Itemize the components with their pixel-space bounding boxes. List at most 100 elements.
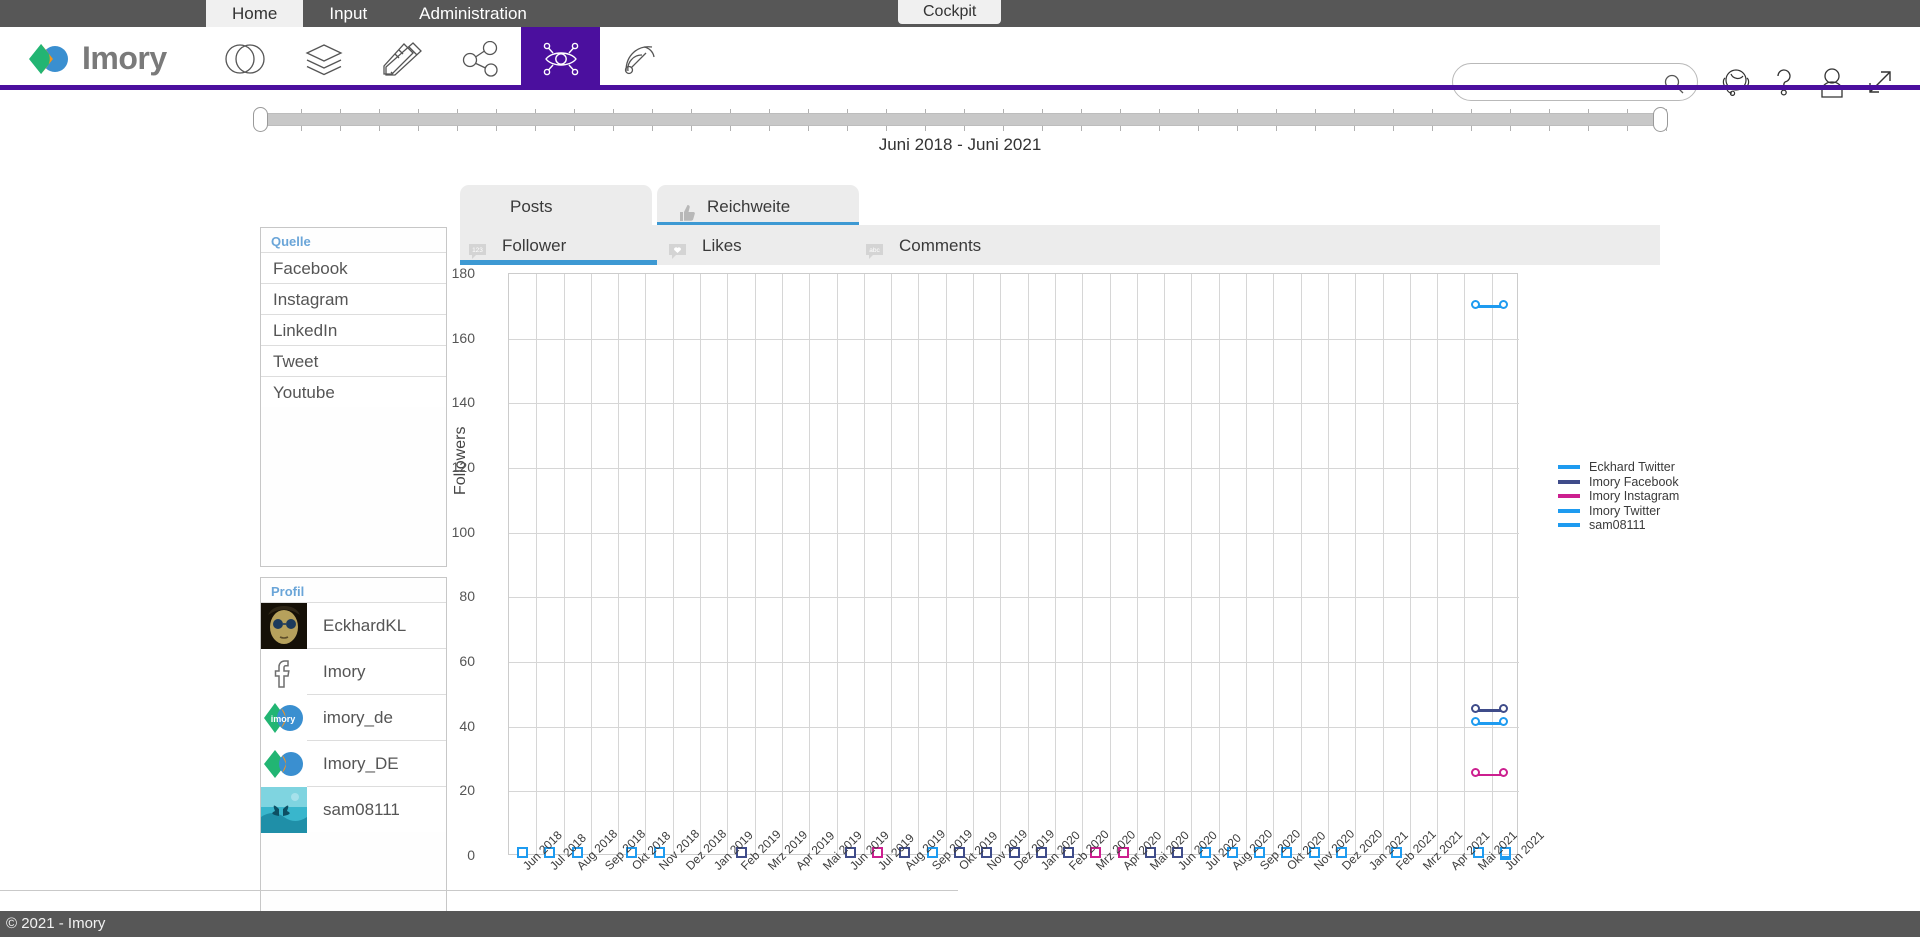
chart-vgrid-line xyxy=(1137,274,1138,856)
question-help-icon[interactable] xyxy=(1760,60,1808,104)
chart-vgrid-line xyxy=(1246,274,1247,856)
top-menu-bar: Home Input Administration Cockpit xyxy=(0,0,1920,27)
chart-vgrid-line xyxy=(1000,274,1001,856)
tab-comments-label: Comments xyxy=(899,236,982,255)
chart-y-tick-label: 40 xyxy=(459,717,475,734)
chart-vgrid-line xyxy=(1437,274,1438,856)
tab-follower[interactable]: 123 Follower xyxy=(460,225,657,265)
chart-hgrid-line xyxy=(509,597,1519,598)
legend-item[interactable]: Imory Twitter xyxy=(1558,504,1679,519)
brand-name: Imory xyxy=(82,40,167,76)
profil-item-label: EckhardKL xyxy=(323,615,407,635)
search-input[interactable] xyxy=(1469,64,1659,100)
chart-vgrid-line xyxy=(1082,274,1083,856)
menu-item-home[interactable]: Home xyxy=(206,0,304,27)
photo-avatar-avatar xyxy=(261,602,307,649)
brand-logo-group[interactable]: Imory xyxy=(28,40,167,77)
expand-fullscreen-icon[interactable] xyxy=(1856,60,1904,104)
chart-data-point[interactable] xyxy=(1498,703,1508,713)
legend-swatch xyxy=(1558,479,1580,484)
chart-hgrid-line xyxy=(509,403,1519,404)
tab-comments[interactable]: abc Comments xyxy=(857,225,1057,265)
chart-vgrid-line xyxy=(837,274,838,856)
chart-vgrid-line xyxy=(1492,274,1493,856)
tab-reichweite[interactable]: Reichweite xyxy=(657,185,859,227)
chart-data-point[interactable] xyxy=(1471,299,1481,309)
chart-data-point[interactable] xyxy=(1498,768,1508,778)
legend-label: sam08111 xyxy=(1589,518,1646,533)
tab-likes-label: Likes xyxy=(702,236,742,255)
legend-swatch xyxy=(1558,508,1580,513)
quelle-item-tweet[interactable]: Tweet xyxy=(261,345,446,376)
chart-y-tick-label: 140 xyxy=(451,394,475,411)
venn-circles-icon[interactable] xyxy=(205,27,284,90)
chart-y-tick-label: 0 xyxy=(467,847,475,863)
chart-hgrid-line xyxy=(509,339,1519,340)
menu-item-administration[interactable]: Administration xyxy=(393,0,553,27)
legend-label: Imory Twitter xyxy=(1589,503,1661,518)
slider-handle-start[interactable] xyxy=(253,107,268,132)
user-account-icon[interactable] xyxy=(1808,60,1856,104)
chart-vgrid-line xyxy=(1383,274,1384,856)
share-network-icon[interactable] xyxy=(442,27,521,90)
svg-text:123: 123 xyxy=(472,247,483,254)
chart-vgrid-line xyxy=(973,274,974,856)
chart-vgrid-line xyxy=(1028,274,1029,856)
tab-posts[interactable]: Posts xyxy=(460,185,652,227)
quelle-item-instagram[interactable]: Instagram xyxy=(261,283,446,314)
legend-item[interactable]: Imory Facebook xyxy=(1558,475,1679,490)
headset-support-icon[interactable] xyxy=(1712,60,1760,104)
chart-vgrid-line xyxy=(891,274,892,856)
legend-item[interactable]: Eckhard Twitter xyxy=(1558,460,1679,475)
chart-vgrid-line xyxy=(946,274,947,856)
svg-text:abc: abc xyxy=(869,247,880,254)
timeline-range-slider[interactable]: Juni 2018 - Juni 2021 xyxy=(0,105,1920,163)
chart-y-tick-label: 20 xyxy=(459,782,475,799)
chart-y-tick-label: 80 xyxy=(459,588,475,605)
slider-handle-end[interactable] xyxy=(1653,107,1668,132)
imory-badge-logo-avatar: imory xyxy=(261,694,307,741)
slider-track[interactable] xyxy=(262,113,1667,126)
timeline-range-label: Juni 2018 - Juni 2021 xyxy=(878,135,1042,154)
pencil-ruler-icon[interactable] xyxy=(363,27,442,90)
profil-item-eckhardkl[interactable]: EckhardKL xyxy=(261,602,446,649)
facebook-logo-avatar xyxy=(261,648,307,695)
chart-vgrid-line xyxy=(864,274,865,856)
legend-item[interactable]: Imory Instagram xyxy=(1558,489,1679,504)
chart-hgrid-line xyxy=(509,727,1519,728)
chart-data-point[interactable] xyxy=(1498,716,1508,726)
satellite-dish-icon[interactable] xyxy=(600,27,679,90)
chart-y-tick-label: 60 xyxy=(459,653,475,669)
chart-plot-area[interactable] xyxy=(508,273,1519,860)
legend-item[interactable]: sam08111 xyxy=(1558,518,1679,533)
tab-likes[interactable]: Likes xyxy=(660,225,857,265)
chart-vgrid-line xyxy=(1164,274,1165,856)
legend-label: Imory Facebook xyxy=(1589,474,1679,489)
chart-vgrid-line xyxy=(645,274,646,856)
chart-vgrid-line xyxy=(618,274,619,856)
chart-vgrid-line xyxy=(1191,274,1192,856)
chart-vgrid-line xyxy=(1273,274,1274,856)
top-menu-items: Home Input Administration xyxy=(206,0,553,27)
tab-posts-label: Posts xyxy=(510,197,553,216)
content-divider xyxy=(0,890,958,891)
eye-network-icon[interactable] xyxy=(521,27,600,90)
footer-copyright: © 2021 - Imory xyxy=(0,911,1920,937)
butterfly-photo-avatar xyxy=(261,786,307,833)
profil-item-imory_de[interactable]: Imory_DE xyxy=(261,740,446,787)
secondary-tabs: 123 Follower Likes abc Comments xyxy=(460,225,1660,265)
legend-label: Imory Instagram xyxy=(1589,489,1680,504)
chart-vgrid-line xyxy=(1464,274,1465,856)
chart-vgrid-line xyxy=(1301,274,1302,856)
layers-icon[interactable] xyxy=(284,27,363,90)
chart-data-point[interactable] xyxy=(1498,299,1508,309)
profil-item-label: sam08111 xyxy=(323,799,400,819)
chart-vgrid-line xyxy=(1055,274,1056,856)
application-header: Imory xyxy=(0,27,1920,101)
menu-item-input[interactable]: Input xyxy=(303,0,393,27)
cockpit-tab[interactable]: Cockpit xyxy=(898,0,1002,24)
chart-vgrid-line xyxy=(700,274,701,856)
chart-y-tick-label: 160 xyxy=(451,329,475,346)
chart-vgrid-line xyxy=(673,274,674,856)
search-box[interactable] xyxy=(1452,63,1698,101)
